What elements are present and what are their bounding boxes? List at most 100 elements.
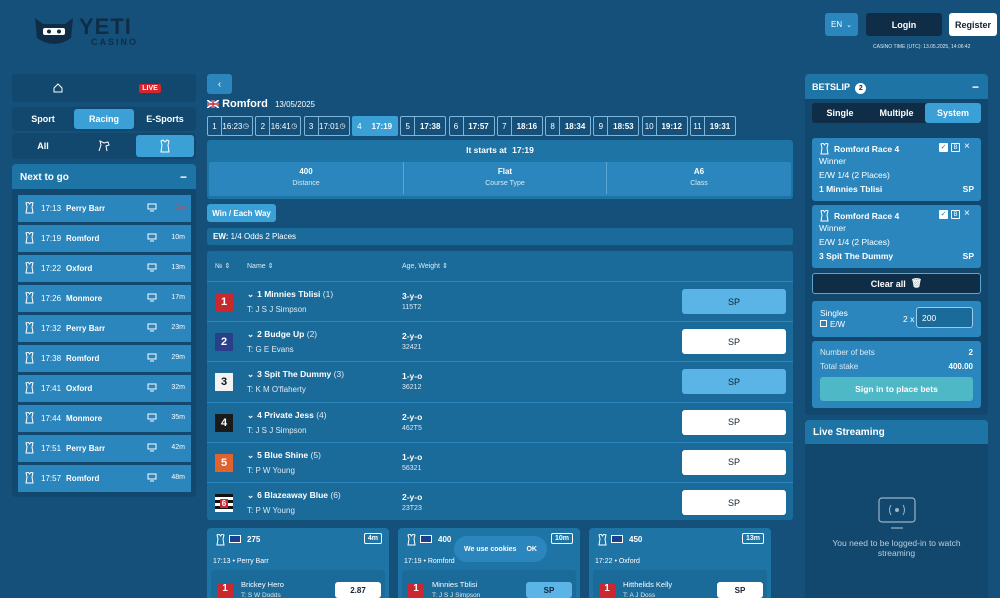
card-price-button[interactable]: SP — [717, 582, 763, 598]
race-time-tab[interactable]: 8 18:34 — [545, 116, 592, 136]
card-price-button[interactable]: 2.87 — [335, 582, 381, 598]
home-button[interactable] — [12, 74, 104, 102]
betslip-header[interactable]: BETSLIP 2 − — [805, 74, 988, 99]
runner-name[interactable]: ⌄ 3 Spit The Dummy (3) — [247, 369, 344, 380]
clear-all-button[interactable]: Clear all 🗑 — [812, 273, 981, 294]
runner-trainer: T: J S J Simpson — [247, 305, 307, 314]
runner-name[interactable]: ⌄ 4 Private Jess (4) — [247, 410, 327, 421]
collapse-icon[interactable]: − — [972, 80, 979, 94]
back-button[interactable]: ‹ — [207, 74, 232, 94]
runner-name[interactable]: ⌄ 1 Minnies Tblisi (1) — [247, 289, 333, 300]
price-button[interactable]: SP — [682, 369, 786, 395]
col-age-weight[interactable]: Age, Weight ⇕ — [402, 262, 448, 270]
tab-all[interactable]: All — [14, 135, 72, 157]
tab-system[interactable]: System — [925, 103, 981, 123]
race-venue: Romford — [66, 474, 100, 483]
tab-greyhound[interactable] — [136, 135, 194, 157]
race-number: 3 — [305, 117, 319, 135]
race-time-tab[interactable]: 7 18:16 — [496, 116, 543, 136]
sign-in-button[interactable]: Sign in to place bets — [820, 377, 973, 401]
race-venue: Monmore — [66, 294, 103, 303]
race-time-tab[interactable]: 4 17:19 — [351, 116, 398, 136]
next-race-item[interactable]: 17:38 Romford 29m — [18, 345, 191, 372]
greyhound-jacket-icon — [24, 470, 35, 486]
next-race-item[interactable]: 17:26 Monmore 17m — [18, 285, 191, 312]
race-time-tab[interactable]: 1 16:23 ◷ — [207, 116, 253, 136]
race-time: 18:53 — [613, 121, 634, 131]
next-race-item[interactable]: 17:13 Perry Barr 1m — [18, 195, 191, 222]
next-race-item[interactable]: 17:44 Monmore 35m — [18, 405, 191, 432]
next-race-item[interactable]: 17:22 Oxford 13m — [18, 255, 191, 282]
stake-input[interactable] — [916, 307, 973, 328]
sort-icon: ⇕ — [267, 263, 274, 270]
runner-name-text: 4 Private Jess — [257, 409, 314, 420]
tab-horse[interactable] — [74, 135, 134, 157]
next-race-item[interactable]: 17:32 Perry Barr 23m — [18, 315, 191, 342]
race-time-tab[interactable]: 9 18:53 — [593, 116, 640, 136]
tab-racing[interactable]: Racing — [74, 109, 134, 129]
bet-checkbox[interactable]: ✓ — [939, 210, 948, 219]
next-race-item[interactable]: 17:19 Romford 10m — [18, 225, 191, 252]
login-button[interactable]: Login — [866, 13, 942, 36]
race-time: 17:13 — [41, 204, 62, 213]
next-race-item[interactable]: 17:41 Oxford 32m — [18, 375, 191, 402]
logo[interactable]: YETI CASINO — [33, 14, 148, 48]
runner-number-value: 3 — [220, 376, 228, 389]
race-title: Romford 13/05/2025 — [206, 98, 315, 110]
col-number[interactable]: № ⇕ — [215, 262, 230, 270]
collapse-icon[interactable]: − — [180, 170, 187, 184]
register-button[interactable]: Register — [949, 13, 997, 36]
close-icon[interactable]: × — [964, 208, 970, 219]
tab-esports[interactable]: E-Sports — [136, 109, 194, 129]
tv-icon — [147, 443, 157, 454]
next-to-go-header[interactable]: Next to go − — [12, 164, 196, 189]
tab-sport[interactable]: Sport — [14, 109, 72, 129]
race-time-tab[interactable]: 6 17:57 — [448, 116, 495, 136]
runner-age: 1-y-o — [402, 451, 423, 462]
price-button[interactable]: SP — [682, 449, 786, 475]
price-button[interactable]: SP — [682, 289, 786, 314]
next-race-item[interactable]: 17:57 Romford 48m — [18, 465, 191, 492]
bet-checkbox[interactable]: ✓ — [939, 143, 948, 152]
race-time-tab[interactable]: 11 19:31 — [690, 116, 736, 136]
runner-name[interactable]: ⌄ 2 Budge Up (2) — [247, 329, 317, 340]
next-race-card[interactable]: 275 4m 17:13 • Perry Barr 1 Brickey Hero… — [207, 528, 389, 598]
runner-name[interactable]: ⌄ 6 Blazeaway Blue (6) — [247, 490, 341, 501]
live-button[interactable]: LIVE — [104, 74, 196, 102]
race-eta: 13m — [171, 264, 185, 271]
race-eta: 42m — [171, 444, 185, 451]
card-runner-trainer: T: A J Doss — [623, 592, 656, 598]
singles-label: Singles — [820, 308, 848, 318]
bet-info-icon[interactable]: B — [951, 143, 960, 152]
price-button[interactable]: SP — [682, 490, 786, 515]
col-name[interactable]: Name ⇕ — [247, 262, 274, 270]
ew-checkbox[interactable]: E/W — [820, 320, 845, 329]
tab-multiple[interactable]: Multiple — [868, 103, 925, 123]
next-race-item[interactable]: 17:51 Perry Barr 42m — [18, 435, 191, 462]
language-select[interactable]: EN ⌄ — [825, 13, 858, 36]
clock-icon: ◷ — [339, 123, 346, 130]
cookie-ok-button[interactable]: OK — [526, 546, 537, 553]
race-number: 2 — [256, 117, 271, 135]
tab-single[interactable]: Single — [812, 103, 868, 123]
runner-name[interactable]: ⌄ 5 Blue Shine (5) — [247, 450, 321, 461]
race-time-tab[interactable]: 10 19:12 — [641, 116, 688, 136]
race-time-tab[interactable]: 2 16:41 ◷ — [255, 116, 302, 136]
next-race-card[interactable]: 450 13m 17:22 • Oxford 1 Hitthelids Kell… — [589, 528, 771, 598]
trash-icon: 🗑 — [910, 278, 923, 288]
race-number: 7 — [498, 117, 512, 135]
race-time: 16:41 — [270, 121, 291, 131]
win-each-way-tab[interactable]: Win / Each Way — [207, 204, 276, 222]
race-venue: Monmore — [66, 414, 103, 423]
race-time-tab[interactable]: 3 17:01 ◷ — [303, 116, 350, 136]
runner-number: 1 — [408, 583, 424, 598]
yeti-mascot-icon — [35, 18, 73, 44]
bet-info-icon[interactable]: B — [951, 210, 960, 219]
close-icon[interactable]: × — [964, 141, 970, 152]
race-time: 17:38 — [41, 354, 62, 363]
price-button[interactable]: SP — [682, 409, 786, 435]
card-price-button[interactable]: SP — [526, 582, 572, 598]
card-time-venue: 17:22 • Oxford — [595, 558, 640, 565]
race-time-tab[interactable]: 5 17:38 — [400, 116, 447, 136]
price-button[interactable]: SP — [682, 329, 786, 355]
